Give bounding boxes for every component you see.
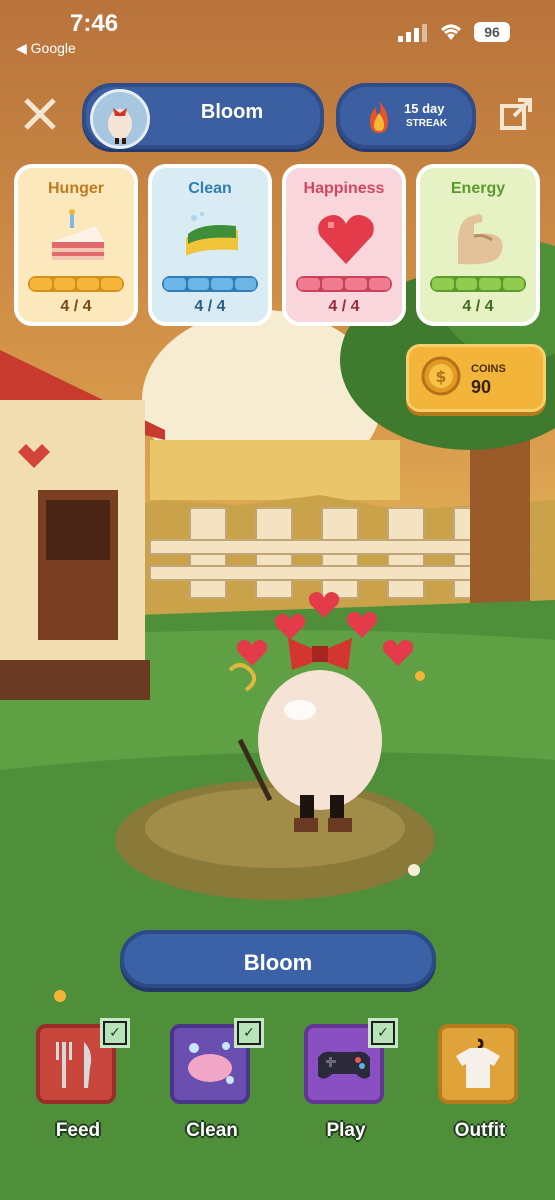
stat-title: Happiness (303, 180, 385, 197)
pet-avatar (90, 89, 150, 149)
outfit-tile[interactable] (438, 1024, 518, 1104)
pet-nameplate[interactable]: Bloom (120, 930, 436, 988)
stat-value: 4 / 4 (60, 298, 92, 315)
muscle-icon (458, 214, 503, 265)
stat-card-hunger: Hunger 4 / 4 (14, 164, 138, 326)
egg-avatar-icon (108, 108, 132, 144)
stat-card-clean: Clean 4 / 4 (148, 164, 272, 326)
sponge-icon (186, 212, 238, 256)
stat-card-happiness: Happiness 4 / 4 (282, 164, 406, 326)
battery-indicator: 96 (474, 22, 510, 42)
coins-counter[interactable]: $ COINS 90 (406, 344, 546, 412)
pet-character[interactable] (190, 590, 430, 840)
feed-label: Feed (55, 1120, 101, 1141)
coins-label: COINS (471, 363, 506, 375)
svg-text:$: $ (435, 367, 446, 386)
stat-title: Energy (450, 180, 506, 197)
streak-days: 15 day (404, 101, 445, 116)
pet-name-label: Bloom (200, 101, 264, 123)
status-bar: 7:46 ◀ Google 96 (0, 0, 555, 70)
share-icon[interactable] (498, 96, 534, 132)
status-time: 7:46 (70, 10, 119, 37)
streak-label: STREAK (406, 118, 448, 129)
flame-icon (370, 101, 388, 133)
clean-button[interactable]: ✓ Clean (170, 1018, 264, 1141)
clean-meter (162, 276, 258, 292)
back-to-app-link[interactable]: ◀ Google (16, 40, 76, 57)
clean-label: Clean (186, 1120, 238, 1141)
wifi-icon (441, 24, 461, 40)
happiness-meter (296, 276, 392, 292)
energy-meter (430, 276, 526, 292)
cellular-signal-icon (398, 24, 427, 42)
cake-icon (52, 209, 104, 260)
stat-title: Clean (188, 180, 232, 197)
outfit-label: Outfit (454, 1120, 506, 1141)
streak-badge[interactable]: 15 day STREAK (336, 83, 476, 149)
coin-icon: $ (421, 356, 461, 396)
heart-icon (318, 215, 374, 264)
play-button[interactable]: ✓ Play (304, 1018, 398, 1141)
play-done-checkbox: ✓ (368, 1018, 398, 1048)
close-icon[interactable] (22, 96, 58, 132)
stat-value: 4 / 4 (328, 298, 360, 315)
shirt-icon (456, 1038, 500, 1088)
hunger-meter (28, 276, 124, 292)
stat-card-energy: Energy 4 / 4 (416, 164, 540, 326)
stat-title: Hunger (48, 180, 104, 197)
feed-button[interactable]: ✓ Feed (36, 1018, 130, 1141)
stat-value: 4 / 4 (462, 298, 494, 315)
pet-name-header[interactable]: Bloom (82, 83, 324, 149)
clean-done-checkbox: ✓ (234, 1018, 264, 1048)
stat-value: 4 / 4 (194, 298, 226, 315)
coins-amount: 90 (471, 377, 492, 397)
play-label: Play (326, 1120, 366, 1141)
feed-done-checkbox: ✓ (100, 1018, 130, 1048)
outfit-button[interactable]: Outfit (438, 1024, 522, 1141)
